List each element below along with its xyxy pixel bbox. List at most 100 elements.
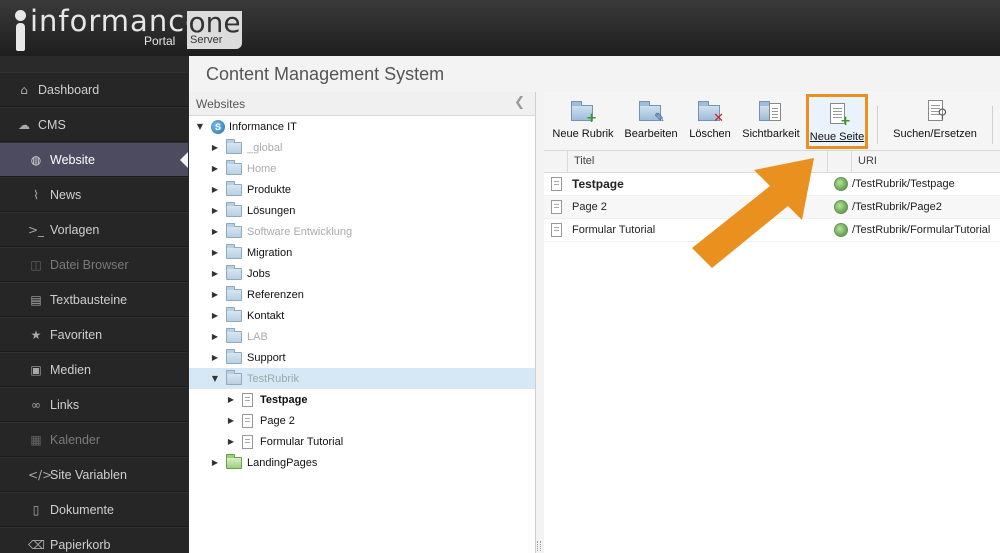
tree-node-selected-testrubrik[interactable]: ▼ TestRubrik <box>189 368 535 389</box>
logo-i-mark <box>14 10 28 51</box>
tree-node-folder[interactable]: ▶ Migration <box>189 242 535 263</box>
page-icon <box>550 223 562 237</box>
suchen-ersetzen-button[interactable]: ⚲ Suchen/Ersetzen <box>890 99 980 147</box>
collapsed-arrow-icon[interactable]: ▶ <box>210 185 220 194</box>
file-icon: ▯ <box>32 502 40 517</box>
sidebar-item-medien[interactable]: ▣ Medien <box>0 352 188 387</box>
tree-node-label: _global <box>247 141 283 154</box>
folder-icon <box>226 243 242 259</box>
collapsed-arrow-icon[interactable]: ▶ <box>226 395 236 404</box>
tree-node-page[interactable]: ▶ Page 2 <box>189 410 535 431</box>
sichtbarkeit-button[interactable]: Sichtbarkeit <box>740 99 802 147</box>
collapsed-arrow-icon[interactable]: ▶ <box>210 164 220 173</box>
collapsed-arrow-icon[interactable]: ▶ <box>210 332 220 341</box>
page-icon <box>550 177 562 191</box>
website-globe-icon: S <box>211 119 225 134</box>
tree-node-page[interactable]: ▶ Formular Tutorial <box>189 431 535 452</box>
logo-portal-label: Portal <box>144 34 176 48</box>
sidebar-item-label: CMS <box>38 117 66 132</box>
bearbeiten-label: Bearbeiten <box>624 128 678 140</box>
sidebar-item-papierkorb[interactable]: ⌫ Papierkorb <box>0 527 188 553</box>
loeschen-button[interactable]: ✕ Löschen <box>685 99 735 147</box>
sidebar-item-label: Dashboard <box>38 82 100 97</box>
sidebar-item-kalender[interactable]: ▦ Kalender <box>0 422 188 457</box>
tree-node-root[interactable]: ▼ S Informance IT <box>189 116 535 137</box>
tree-node-folder[interactable]: ▶ Home <box>189 158 535 179</box>
neue-seite-button[interactable]: + Neue Seite <box>806 94 868 149</box>
websites-tree-panel: Websites ❮ ▼ S Informance IT ▶ _global ▶ H… <box>189 92 536 553</box>
sidebar-item-favoriten[interactable]: ★ Favoriten <box>0 317 188 352</box>
page-icon <box>242 392 253 407</box>
collapsed-arrow-icon[interactable]: ▶ <box>210 290 220 299</box>
neue-rubrik-button[interactable]: + Neue Rubrik <box>551 99 615 147</box>
tree-node-folder[interactable]: ▶ Software Entwicklung <box>189 221 535 242</box>
tree-node-page[interactable]: ▶ Testpage <box>189 389 535 410</box>
tree-node-folder[interactable]: ▶ LAB <box>189 326 535 347</box>
tree-node-folder[interactable]: ▶ Kontakt <box>189 305 535 326</box>
collapsed-arrow-icon[interactable]: ▶ <box>210 227 220 236</box>
sidebar-item-dashboard[interactable]: ⌂ Dashboard <box>0 72 188 107</box>
sidebar-item-label: Textbausteine <box>50 292 128 307</box>
new-folder-icon: + <box>569 99 597 125</box>
folder-icon <box>226 327 242 343</box>
sichtbarkeit-label: Sichtbarkeit <box>742 128 800 140</box>
collapsed-arrow-icon[interactable]: ▶ <box>210 248 220 257</box>
tree-node-folder[interactable]: ▶ Jobs <box>189 263 535 284</box>
tree-node-folder[interactable]: ▶ _global <box>189 137 535 158</box>
folder-icon <box>226 180 242 196</box>
trash-icon: ⌫ <box>28 537 45 552</box>
tree-node-label: Testpage <box>260 393 308 406</box>
tree-node-label: Referenzen <box>247 288 304 301</box>
sidebar-item-dokumente[interactable]: ▯ Dokumente <box>0 492 188 527</box>
tree-node-label: LAB <box>247 330 268 343</box>
logo-wordmark: informance <box>30 4 204 38</box>
sidebar-item-links[interactable]: ∞ Links <box>0 387 188 422</box>
tree-node-folder[interactable]: ▶ Referenzen <box>189 284 535 305</box>
collapse-panel-icon[interactable]: ❮ <box>514 95 525 110</box>
landing-folder-icon <box>226 453 242 469</box>
collapsed-arrow-icon[interactable]: ▶ <box>226 416 236 425</box>
collapsed-arrow-icon[interactable]: ▶ <box>210 206 220 215</box>
tree-node-label: Formular Tutorial <box>260 435 344 448</box>
sidebar-item-vorlagen[interactable]: >_ Vorlagen <box>0 212 188 247</box>
sidebar-item-site-variablen[interactable]: </> Site Variablen <box>0 457 188 492</box>
document-icon: ▤ <box>30 292 42 307</box>
column-header-uri[interactable]: URI <box>852 151 1000 172</box>
sidebar-item-label: Vorlagen <box>50 222 100 237</box>
folder-icon <box>226 159 242 175</box>
collapsed-arrow-icon[interactable]: ▶ <box>210 353 220 362</box>
toolbar-separator <box>992 106 993 144</box>
sidebar-item-news[interactable]: ⌇ News <box>0 177 188 212</box>
collapsed-arrow-icon[interactable]: ▶ <box>210 458 220 467</box>
orange-arrow-annotation <box>692 158 814 268</box>
main-panel: Content Management System Websites ❮ ▼ S… <box>189 56 1000 553</box>
columns-icon: ◫ <box>30 257 42 272</box>
logo-server-text: Server <box>190 34 223 46</box>
sidebar-item-label: Website <box>50 152 95 167</box>
page-title: Content Management System <box>206 64 445 84</box>
link-icon: ∞ <box>31 397 41 412</box>
tree-panel-title: Websites <box>196 97 246 111</box>
bearbeiten-button[interactable]: ✎ Bearbeiten <box>621 99 681 147</box>
collapsed-arrow-icon[interactable]: ▶ <box>210 143 220 152</box>
tree-node-folder[interactable]: ▶ Support <box>189 347 535 368</box>
collapsed-arrow-icon[interactable]: ▶ <box>210 311 220 320</box>
sidebar-item-website[interactable]: ◍ Website <box>0 142 188 177</box>
folder-icon <box>226 306 242 322</box>
new-page-icon: + <box>823 102 851 128</box>
collapsed-arrow-icon[interactable]: ▶ <box>226 437 236 446</box>
expanded-arrow-icon[interactable]: ▼ <box>210 374 220 383</box>
tree-node-folder[interactable]: ▶ Lösungen <box>189 200 535 221</box>
sidebar-item-label: Favoriten <box>50 327 103 342</box>
cloud-icon: ☁ <box>18 117 30 132</box>
folder-icon <box>226 285 242 301</box>
expanded-arrow-icon[interactable]: ▼ <box>195 122 205 131</box>
sidebar-item-datei-browser[interactable]: ◫ Datei Browser <box>0 247 188 282</box>
collapsed-arrow-icon[interactable]: ▶ <box>210 269 220 278</box>
tree-node-folder[interactable]: ▶ Produkte <box>189 179 535 200</box>
tree-node-folder[interactable]: ▶ LandingPages <box>189 452 535 473</box>
folder-icon <box>226 264 242 280</box>
sidebar-item-cms[interactable]: ☁ CMS <box>0 107 188 142</box>
sidebar-item-textbausteine[interactable]: ▤ Textbausteine <box>0 282 188 317</box>
resize-grip[interactable] <box>537 541 541 551</box>
